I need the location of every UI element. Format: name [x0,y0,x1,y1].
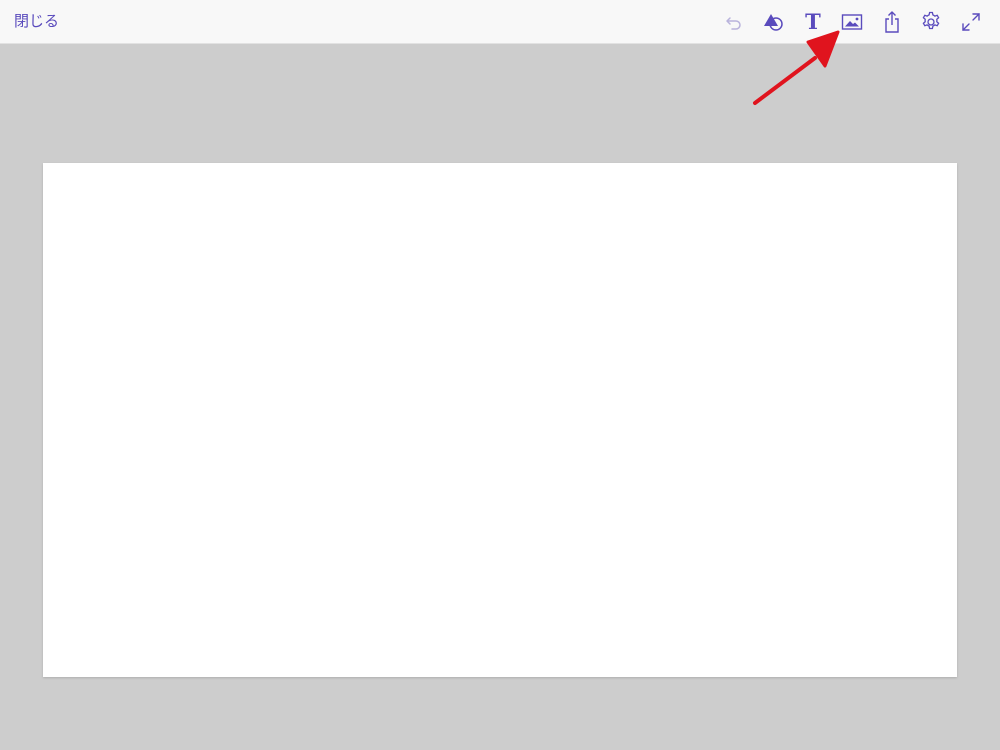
top-toolbar: 閉じる T [0,0,1000,44]
share-icon [885,11,899,33]
undo-icon [726,17,741,30]
fullscreen-button[interactable] [959,10,983,34]
undo-button[interactable] [722,10,746,34]
text-button[interactable]: T [801,10,825,34]
fullscreen-icon [962,13,980,31]
text-icon: T [805,9,821,34]
shapes-icon [764,14,783,31]
shapes-button[interactable] [761,10,785,34]
close-button[interactable]: 閉じる [14,11,59,31]
share-button[interactable] [880,10,904,34]
image-icon [841,14,863,30]
settings-button[interactable] [919,10,943,34]
settings-icon [922,11,940,30]
image-button[interactable] [840,10,864,34]
slide-canvas[interactable] [43,163,957,677]
